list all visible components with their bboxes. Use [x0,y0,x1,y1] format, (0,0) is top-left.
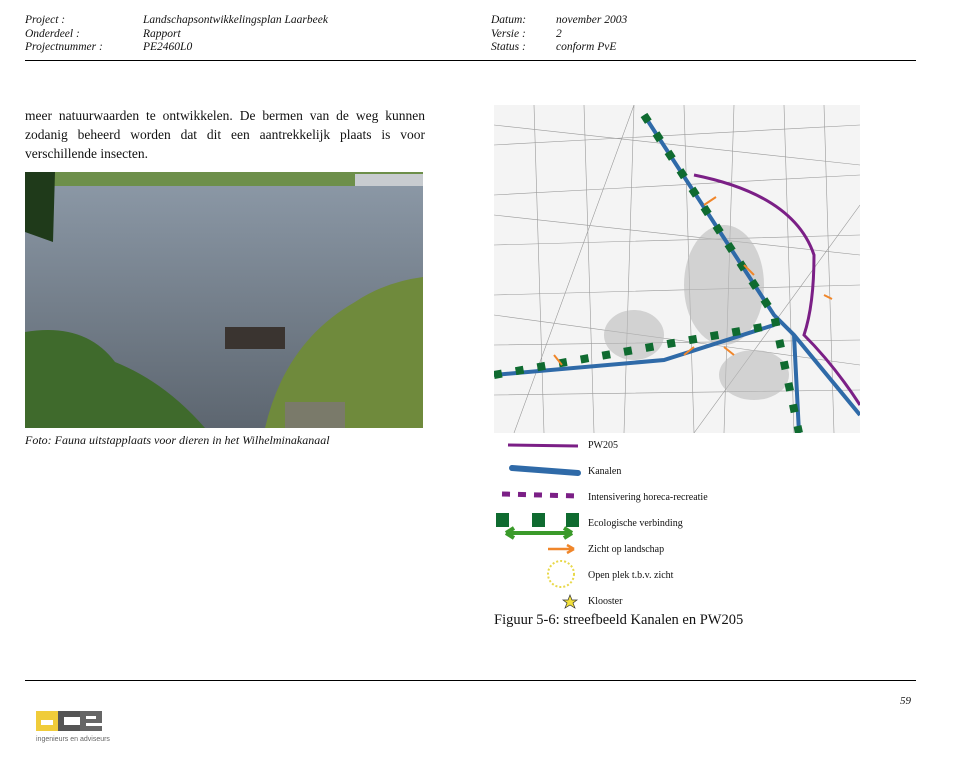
logo-tagline: ingenieurs en adviseurs [36,736,110,743]
label-project: Project : [25,14,66,26]
pw205-symbol [507,443,579,448]
header-values-left: Landschapsontwikkelingsplan Laarbeek Rap… [143,14,328,55]
zicht-arrow-icon [548,543,575,555]
value-projectnummer: PE2460L0 [143,41,193,53]
legend-label: Kanalen [588,466,622,477]
open-plek-icon [547,560,575,588]
label-versie: Versie : [491,27,526,40]
header-values-right: november 2003 2 conform PvE [556,14,627,55]
map [494,105,860,433]
legend-label: Zicht op landschap [588,544,665,555]
value-versie: 2 [556,27,562,40]
legend-label: Klooster [588,596,623,607]
figure-caption: Figuur 5-6: streefbeeld Kanalen en PW205 [494,612,744,628]
photo-caption: Foto: Fauna uitstapplaats voor dieren in… [25,433,330,447]
ecologische-symbol [496,513,579,527]
value-onderdeel: Rapport [143,27,181,40]
ace-logo: ingenieurs en adviseurs [36,711,110,743]
header-labels-right: Datum: Versie : Status : [491,14,526,55]
label-projectnummer: Projectnummer : [25,41,103,53]
map-legend: PW205 Kanalen Intensivering horeca-recre… [494,433,762,611]
klooster-star-icon [561,594,579,609]
ecologische-arrow-symbol [504,526,574,540]
horeca-symbol [501,491,579,499]
legend-label: Open plek t.b.v. zicht [588,570,674,581]
body-paragraph: meer natuurwaarden te ontwikkelen. De be… [25,108,425,161]
kanalen-symbol [509,465,581,476]
value-status: conform PvE [556,41,617,53]
header-labels-left: Project : Onderdeel : Projectnummer : [25,14,103,55]
ace-logo-mark [36,711,102,731]
header-rule [25,60,916,61]
label-datum: Datum: [491,14,527,26]
value-project: Landschapsontwikkelingsplan Laarbeek [143,14,328,26]
footer-rule [25,680,916,681]
label-onderdeel: Onderdeel : [25,27,80,40]
value-datum: november 2003 [556,14,628,26]
legend-label: PW205 [588,440,618,451]
legend-symbols [496,443,581,609]
legend-label: Ecologische verbinding [588,518,683,529]
canal-photo [25,172,423,428]
legend-label: Intensivering horeca-recreatie [588,492,708,503]
page-number: 59 [900,695,911,707]
label-status: Status : [491,41,526,53]
